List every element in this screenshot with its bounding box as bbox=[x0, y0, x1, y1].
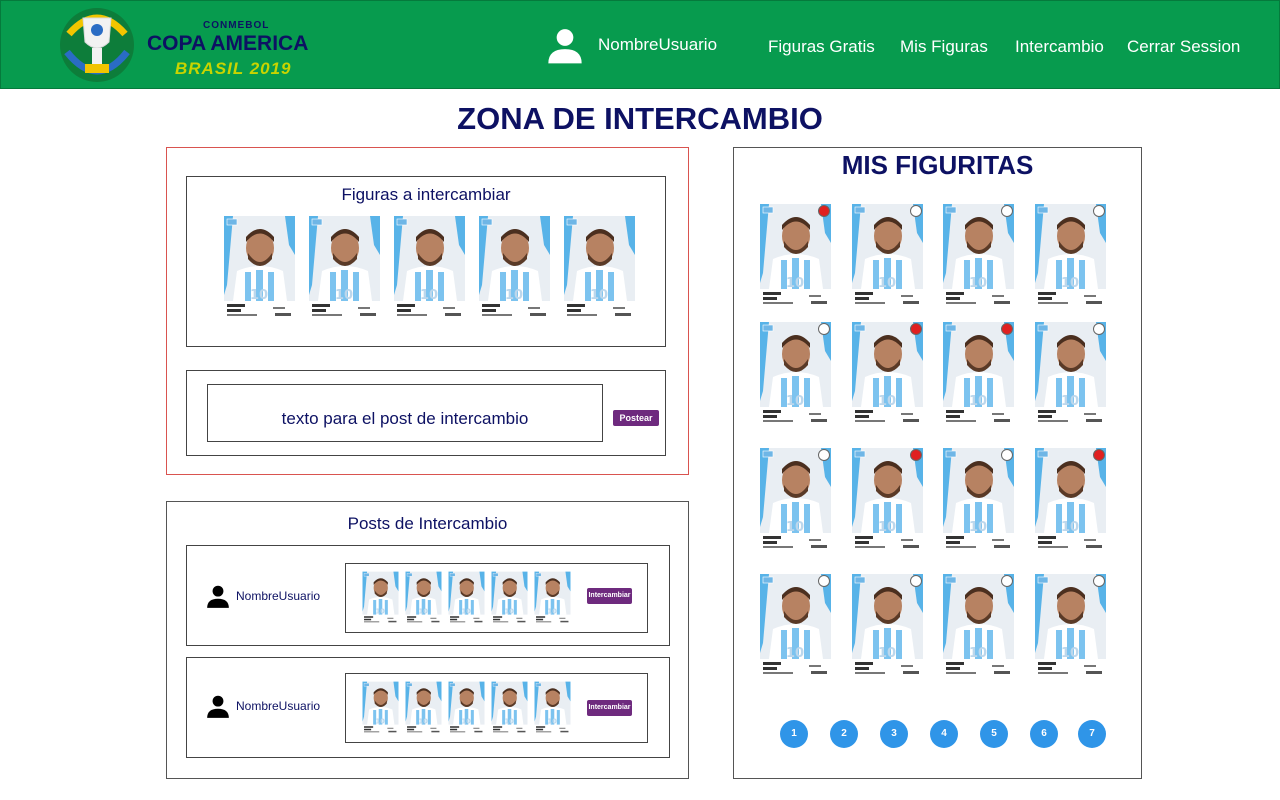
post-author[interactable]: NombreUsuario bbox=[205, 583, 320, 609]
selected-sticker[interactable] bbox=[308, 215, 381, 321]
my-sticker[interactable] bbox=[942, 321, 1015, 427]
my-sticker[interactable] bbox=[851, 447, 924, 553]
post-sticker bbox=[362, 571, 399, 625]
sticker-status-indicator[interactable] bbox=[1093, 205, 1105, 217]
selected-sticker[interactable] bbox=[563, 215, 636, 321]
exchange-posts-title: Posts de Intercambio bbox=[347, 514, 508, 533]
page-button-7[interactable]: 7 bbox=[1078, 720, 1106, 748]
user-icon bbox=[545, 25, 585, 65]
post-button[interactable]: Postear bbox=[613, 410, 659, 426]
sticker-status-indicator[interactable] bbox=[1093, 323, 1105, 335]
page-button-4[interactable]: 4 bbox=[930, 720, 958, 748]
my-sticker[interactable] bbox=[942, 203, 1015, 309]
sticker-status-indicator[interactable] bbox=[910, 205, 922, 217]
my-sticker[interactable] bbox=[851, 321, 924, 427]
post-sticker bbox=[405, 571, 442, 625]
sticker-status-indicator[interactable] bbox=[1093, 575, 1105, 587]
page-title: ZONA DE INTERCAMBIO bbox=[457, 101, 823, 136]
sticker-status-indicator[interactable] bbox=[818, 575, 830, 587]
my-sticker[interactable] bbox=[759, 203, 832, 309]
post-sticker bbox=[534, 681, 571, 735]
sticker-status-indicator[interactable] bbox=[1093, 449, 1105, 461]
my-sticker[interactable] bbox=[1034, 321, 1107, 427]
sticker-status-indicator[interactable] bbox=[910, 323, 922, 335]
intercambiar-button[interactable]: Intercambiar bbox=[587, 588, 632, 604]
my-sticker[interactable] bbox=[759, 321, 832, 427]
post-sticker bbox=[491, 571, 528, 625]
sticker-status-indicator[interactable] bbox=[1001, 449, 1013, 461]
header-user[interactable]: NombreUsuario bbox=[545, 25, 717, 65]
page-button-5[interactable]: 5 bbox=[980, 720, 1008, 748]
my-sticker[interactable] bbox=[1034, 447, 1107, 553]
sticker-status-indicator[interactable] bbox=[818, 205, 830, 217]
my-sticker[interactable] bbox=[759, 573, 832, 679]
logo-text-small: CONMEBOL bbox=[203, 20, 270, 31]
user-icon bbox=[205, 693, 231, 719]
sticker-status-indicator[interactable] bbox=[910, 575, 922, 587]
post-sticker bbox=[448, 681, 485, 735]
nav-mis-figuras[interactable]: Mis Figuras bbox=[900, 37, 988, 57]
selected-stickers-title: Figuras a intercambiar bbox=[341, 185, 511, 204]
page-button-1[interactable]: 1 bbox=[780, 720, 808, 748]
post-author-name: NombreUsuario bbox=[236, 589, 321, 603]
sticker-status-indicator[interactable] bbox=[818, 449, 830, 461]
post-sticker bbox=[405, 681, 442, 735]
post-sticker bbox=[491, 681, 528, 735]
page-button-2[interactable]: 2 bbox=[830, 720, 858, 748]
selected-sticker[interactable] bbox=[478, 215, 551, 321]
page-button-3[interactable]: 3 bbox=[880, 720, 908, 748]
post-text-input[interactable]: texto para el post de intercambio bbox=[207, 384, 603, 442]
my-sticker[interactable] bbox=[942, 447, 1015, 553]
sticker-status-indicator[interactable] bbox=[818, 323, 830, 335]
page-button-6[interactable]: 6 bbox=[1030, 720, 1058, 748]
nav-intercambio[interactable]: Intercambio bbox=[1015, 37, 1104, 57]
copa-america-logo[interactable]: CONMEBOL COPA AMERICA BRASIL 2019 bbox=[57, 4, 319, 86]
post-author-name: NombreUsuario bbox=[236, 699, 321, 713]
sticker-status-indicator[interactable] bbox=[910, 449, 922, 461]
my-sticker[interactable] bbox=[1034, 573, 1107, 679]
selected-sticker[interactable] bbox=[223, 215, 296, 321]
selected-sticker[interactable] bbox=[393, 215, 466, 321]
sticker-status-indicator[interactable] bbox=[1001, 575, 1013, 587]
my-sticker[interactable] bbox=[1034, 203, 1107, 309]
logo-text-main: COPA AMERICA bbox=[147, 32, 309, 55]
post-sticker bbox=[362, 681, 399, 735]
post-sticker bbox=[534, 571, 571, 625]
top-navbar: CONMEBOL COPA AMERICA BRASIL 2019 Nombre… bbox=[0, 0, 1280, 89]
intercambiar-button[interactable]: Intercambiar bbox=[587, 700, 632, 716]
my-sticker[interactable] bbox=[759, 447, 832, 553]
my-sticker[interactable] bbox=[851, 203, 924, 309]
user-icon bbox=[205, 583, 231, 609]
nav-figuras-gratis[interactable]: Figuras Gratis bbox=[768, 37, 875, 57]
sticker-status-indicator[interactable] bbox=[1001, 205, 1013, 217]
my-sticker[interactable] bbox=[851, 573, 924, 679]
my-sticker[interactable] bbox=[942, 573, 1015, 679]
post-sticker bbox=[448, 571, 485, 625]
logo-text-sub: BRASIL 2019 bbox=[175, 59, 292, 78]
post-author[interactable]: NombreUsuario bbox=[205, 693, 320, 719]
my-stickers-title: MIS FIGURITAS bbox=[841, 150, 1034, 180]
trophy-icon bbox=[60, 8, 134, 82]
sticker-status-indicator[interactable] bbox=[1001, 323, 1013, 335]
nav-cerrar-session[interactable]: Cerrar Session bbox=[1127, 37, 1240, 57]
header-user-name: NombreUsuario bbox=[598, 35, 718, 54]
